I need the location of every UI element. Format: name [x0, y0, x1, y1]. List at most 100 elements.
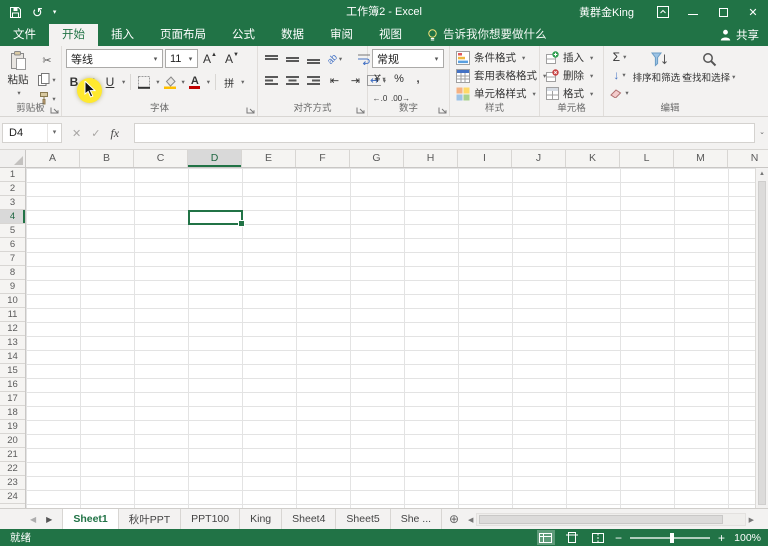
zoom-slider-thumb[interactable]: [669, 532, 674, 543]
row-header-17[interactable]: 17: [0, 392, 25, 406]
underline-button[interactable]: U: [102, 73, 118, 91]
column-header-B[interactable]: B: [80, 150, 134, 167]
row-header-24[interactable]: 24: [0, 490, 25, 504]
row-header-9[interactable]: 9: [0, 280, 25, 294]
font-color-icon[interactable]: A: [187, 73, 203, 91]
clipboard-dialog-launcher-icon[interactable]: [50, 105, 59, 114]
column-header-I[interactable]: I: [458, 150, 512, 167]
fill-icon[interactable]: ↓ ▾: [608, 67, 631, 83]
formula-input[interactable]: [134, 123, 755, 143]
orientation-icon[interactable]: ab ▾: [325, 52, 344, 67]
paste-button[interactable]: 粘贴 ▾: [4, 49, 32, 106]
row-header-15[interactable]: 15: [0, 364, 25, 378]
row-header-13[interactable]: 13: [0, 336, 25, 350]
insert-cells-button[interactable]: 插入 ▾: [544, 49, 601, 66]
cut-icon[interactable]: ✂: [35, 53, 59, 68]
sheet-scroll-right-icon[interactable]: ▶: [46, 515, 52, 524]
name-box[interactable]: D4 ▾: [2, 123, 62, 143]
page-break-view-icon[interactable]: [589, 530, 607, 545]
row-header-2[interactable]: 2: [0, 182, 25, 196]
close-button[interactable]: ✕: [738, 0, 768, 24]
fill-color-dropdown-icon[interactable]: ▾: [182, 78, 185, 86]
ribbon-tab-2[interactable]: 页面布局: [147, 24, 219, 46]
column-header-H[interactable]: H: [404, 150, 458, 167]
normal-view-icon[interactable]: [536, 530, 555, 545]
minimize-button[interactable]: [678, 0, 708, 24]
align-middle-icon[interactable]: [283, 52, 302, 67]
row-header-3[interactable]: 3: [0, 196, 25, 210]
enter-icon[interactable]: ✓: [91, 127, 100, 140]
row-header-16[interactable]: 16: [0, 378, 25, 392]
zoom-in-icon[interactable]: +: [718, 532, 725, 544]
vertical-scrollbar[interactable]: ▲: [755, 168, 768, 508]
increase-font-size-icon[interactable]: A ▲: [200, 51, 220, 67]
accounting-format-icon[interactable]: ¥ ▾: [372, 71, 388, 87]
row-header-12[interactable]: 12: [0, 322, 25, 336]
autosum-icon[interactable]: Σ ▾: [608, 49, 631, 65]
row-header-18[interactable]: 18: [0, 406, 25, 420]
conditional-formatting-button[interactable]: 条件格式 ▾: [454, 49, 537, 66]
undo-icon[interactable]: ↺: [32, 6, 43, 19]
clear-icon[interactable]: ▾: [608, 85, 631, 101]
insert-function-icon[interactable]: fx: [110, 126, 119, 141]
row-header-14[interactable]: 14: [0, 350, 25, 364]
row-header-6[interactable]: 6: [0, 238, 25, 252]
column-header-M[interactable]: M: [674, 150, 728, 167]
align-left-icon[interactable]: [262, 73, 281, 88]
delete-cells-button[interactable]: 删除 ▾: [544, 67, 601, 84]
fill-color-icon[interactable]: [162, 73, 178, 91]
align-bottom-icon[interactable]: [304, 52, 323, 67]
maximize-button[interactable]: [708, 0, 738, 24]
customize-quick-access-icon[interactable]: ▾: [53, 9, 57, 16]
column-header-G[interactable]: G: [350, 150, 404, 167]
comma-style-icon[interactable]: ,: [410, 71, 426, 87]
row-header-19[interactable]: 19: [0, 420, 25, 434]
save-icon[interactable]: [9, 6, 22, 19]
row-header-4[interactable]: 4: [0, 210, 25, 224]
row-header-8[interactable]: 8: [0, 266, 25, 280]
row-header-1[interactable]: 1: [0, 168, 25, 182]
row-header-21[interactable]: 21: [0, 448, 25, 462]
scroll-up-icon[interactable]: ▲: [756, 168, 768, 180]
align-top-icon[interactable]: [262, 52, 281, 67]
sort-filter-button[interactable]: 排序和筛选 ▾: [633, 49, 685, 101]
font-dialog-launcher-icon[interactable]: [246, 105, 255, 114]
number-format-combo[interactable]: 常规 ▾: [372, 49, 444, 68]
vertical-scroll-thumb[interactable]: [758, 181, 766, 505]
format-as-table-button[interactable]: 套用表格格式 ▾: [454, 67, 546, 84]
grid[interactable]: [26, 168, 768, 508]
zoom-out-icon[interactable]: −: [615, 532, 622, 544]
column-header-K[interactable]: K: [566, 150, 620, 167]
column-header-L[interactable]: L: [620, 150, 674, 167]
underline-dropdown-icon[interactable]: ▾: [122, 78, 125, 86]
align-right-icon[interactable]: [304, 73, 323, 88]
zoom-slider[interactable]: [629, 532, 710, 543]
decrease-font-size-icon[interactable]: A ▼: [222, 51, 242, 67]
sheet-tab-6[interactable]: She ...: [391, 509, 443, 529]
row-header-20[interactable]: 20: [0, 434, 25, 448]
row-header-22[interactable]: 22: [0, 462, 25, 476]
decrease-indent-icon[interactable]: ⇤: [325, 73, 344, 88]
new-sheet-icon[interactable]: ⊕: [442, 509, 466, 529]
ribbon-tab-file[interactable]: 文件: [0, 24, 49, 46]
column-header-A[interactable]: A: [26, 150, 80, 167]
tell-me-box[interactable]: 告诉我你想要做什么: [427, 24, 547, 46]
borders-dropdown-icon[interactable]: ▾: [156, 78, 159, 86]
sheet-tab-3[interactable]: King: [240, 509, 283, 529]
row-header-5[interactable]: 5: [0, 224, 25, 238]
font-name-combo[interactable]: 等线 ▾: [66, 49, 163, 68]
ribbon-display-options-icon[interactable]: [648, 0, 678, 24]
row-header-7[interactable]: 7: [0, 252, 25, 266]
ribbon-tab-3[interactable]: 公式: [219, 24, 268, 46]
font-color-dropdown-icon[interactable]: ▾: [207, 78, 210, 86]
scroll-left-icon[interactable]: ◀: [468, 516, 473, 524]
scroll-right-icon[interactable]: ▶: [749, 516, 754, 524]
ribbon-tab-5[interactable]: 审阅: [317, 24, 366, 46]
percent-style-icon[interactable]: %: [391, 71, 407, 87]
ribbon-tab-6[interactable]: 视图: [366, 24, 415, 46]
sheet-tab-1[interactable]: 秋叶PPT: [119, 509, 182, 529]
copy-icon[interactable]: ▾: [35, 72, 59, 87]
format-cells-button[interactable]: 格式 ▾: [544, 85, 601, 102]
sheet-scroll-left-icon[interactable]: ◀: [30, 515, 36, 524]
phonetic-dropdown-icon[interactable]: ▾: [241, 78, 244, 86]
